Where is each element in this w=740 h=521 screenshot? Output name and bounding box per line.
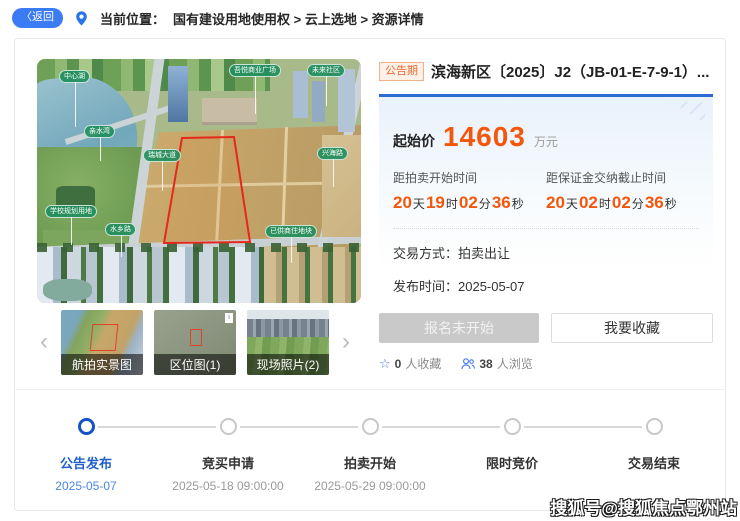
back-button[interactable]: 〈返回 bbox=[12, 8, 63, 28]
thumbnail-aerial[interactable]: 航拍实景图 bbox=[61, 310, 143, 375]
thumb-skyline bbox=[247, 319, 329, 339]
aerial-photo[interactable]: 中心湖 亲水湾 瑞城大道 吾悦商业广场 未来社区 兴海路 学校规划用地 水乡路 … bbox=[37, 59, 361, 303]
map-label: 吾悦商业广场 bbox=[229, 64, 281, 77]
thumbnail-carousel: ‹ 航拍实景图 i 区位图(1) 现场照片(2) › bbox=[33, 307, 365, 377]
status-badge: 公告期 bbox=[379, 62, 424, 81]
user-group-icon bbox=[461, 358, 475, 370]
breadcrumb-prefix: 当前位置： bbox=[100, 9, 165, 28]
countdown-auction-start: 距拍卖开始时间 20天19时02分36秒 bbox=[393, 169, 546, 213]
thumbnail-site-photo[interactable]: 现场照片(2) bbox=[247, 310, 329, 375]
timeline-circle bbox=[646, 418, 663, 435]
favorite-count: ☆ 0 人收藏 bbox=[379, 355, 441, 372]
trade-method-line: 交易方式：拍卖出让 bbox=[393, 243, 699, 262]
detail-panel: 公告期 滨海新区〔2025〕J2（JB-01-E-7-9-1）... 起始价 1… bbox=[379, 53, 713, 372]
timeline-step-apply: 竞买申请 2025-05-18 09:00:00 bbox=[157, 418, 299, 493]
map-label: 亲水湾 bbox=[84, 125, 115, 138]
timeline-step-limited-bidding: 限时竞价 bbox=[441, 418, 583, 493]
price-card: 起始价 14603 万元 距拍卖开始时间 20天19时02分36秒 距保证金交纳… bbox=[379, 94, 713, 299]
price-label: 起始价 bbox=[393, 131, 435, 151]
info-icon: i bbox=[225, 313, 233, 323]
breadcrumb-path[interactable]: 国有建设用地使用权 > 云上选地 > 资源详情 bbox=[173, 9, 424, 28]
timeline-step-auction-start: 拍卖开始 2025-05-29 09:00:00 bbox=[299, 418, 441, 493]
page-title: 滨海新区〔2025〕J2（JB-01-E-7-9-1）... bbox=[431, 61, 709, 82]
price-value: 14603 bbox=[443, 121, 526, 153]
map-label: 已供商住地块 bbox=[265, 225, 317, 238]
timeline-circle bbox=[362, 418, 379, 435]
favorite-button[interactable]: 我要收藏 bbox=[551, 313, 713, 343]
dotted-divider bbox=[393, 228, 699, 229]
timeline-step-deal-end: 交易结束 bbox=[583, 418, 725, 493]
red-parcel-outline bbox=[37, 59, 361, 303]
map-label: 学校规划用地 bbox=[45, 205, 97, 218]
stats-row: ☆ 0 人收藏 38 人浏览 bbox=[379, 355, 713, 372]
timeline-step-announce: 公告发布 2025-05-07 bbox=[15, 418, 157, 493]
thumbnail-caption: 区位图(1) bbox=[154, 354, 236, 375]
location-pin-icon bbox=[73, 10, 90, 27]
thumbnail-caption: 航拍实景图 bbox=[61, 354, 143, 375]
carousel-prev-icon[interactable]: ‹ bbox=[33, 330, 55, 354]
thumbnail-caption: 现场照片(2) bbox=[247, 354, 329, 375]
mini-parcel-outline bbox=[89, 324, 118, 351]
map-label: 水乡路 bbox=[105, 223, 136, 236]
carousel-next-icon[interactable]: › bbox=[335, 330, 357, 354]
timeline-circle bbox=[504, 418, 521, 435]
topbar: 〈返回 当前位置： 国有建设用地使用权 > 云上选地 > 资源详情 bbox=[0, 0, 740, 36]
thumbnail-location-map[interactable]: i 区位图(1) bbox=[154, 310, 236, 375]
countdown-deposit-time: 20天02时02分36秒 bbox=[546, 193, 699, 213]
signup-button[interactable]: 报名未开始 bbox=[379, 313, 539, 343]
timeline-circle bbox=[220, 418, 237, 435]
timeline-circle bbox=[78, 418, 95, 435]
star-icon: ☆ bbox=[379, 356, 391, 372]
publish-date-line: 发布时间：2025-05-07 bbox=[393, 276, 699, 295]
land-detail-page: 〈返回 当前位置： 国有建设用地使用权 > 云上选地 > 资源详情 bbox=[0, 0, 740, 521]
countdown-deposit-deadline: 距保证金交纳截止时间 20天02时02分36秒 bbox=[546, 169, 699, 213]
countdown-auction-time: 20天19时02分36秒 bbox=[393, 193, 546, 213]
map-label: 瑞城大道 bbox=[143, 149, 181, 162]
timeline: 公告发布 2025-05-07 竞买申请 2025-05-18 09:00:00… bbox=[15, 389, 725, 493]
map-label: 未来社区 bbox=[307, 64, 345, 77]
mini-parcel-outline bbox=[190, 329, 201, 346]
resource-card: 中心湖 亲水湾 瑞城大道 吾悦商业广场 未来社区 兴海路 学校规划用地 水乡路 … bbox=[14, 38, 726, 511]
view-count: 38 人浏览 bbox=[461, 355, 532, 372]
watermark: 搜狐号@搜狐焦点鄂州站 bbox=[550, 494, 737, 519]
map-label: 兴海路 bbox=[317, 147, 348, 160]
breadcrumb: 当前位置： 国有建设用地使用权 > 云上选地 > 资源详情 bbox=[100, 9, 424, 28]
map-label: 中心湖 bbox=[59, 70, 90, 83]
price-unit: 万元 bbox=[534, 133, 558, 150]
